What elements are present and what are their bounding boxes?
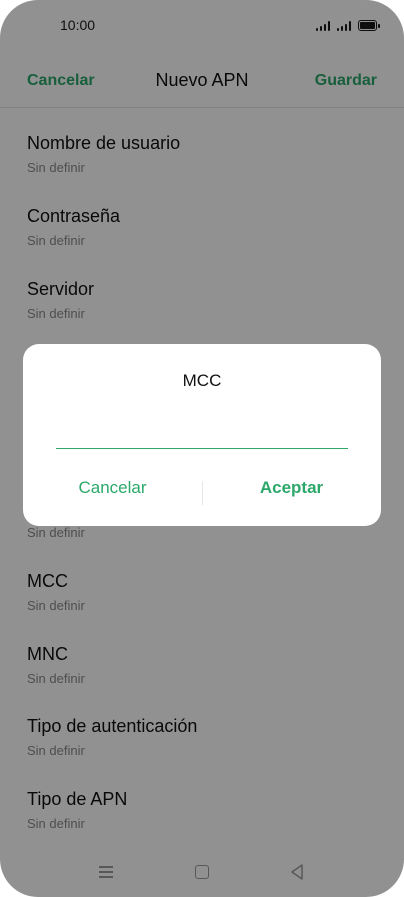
mcc-input[interactable] [56, 414, 348, 449]
dialog-title: MCC [182, 371, 222, 390]
dialog-cancel-button[interactable]: Cancelar [23, 478, 202, 498]
mcc-dialog: MCC Cancelar Aceptar [23, 344, 381, 526]
dialog-accept-button[interactable]: Aceptar [202, 478, 381, 498]
phone-screen: 10:00 Cancelar Nuevo APN Guardar Nombre … [0, 0, 404, 897]
